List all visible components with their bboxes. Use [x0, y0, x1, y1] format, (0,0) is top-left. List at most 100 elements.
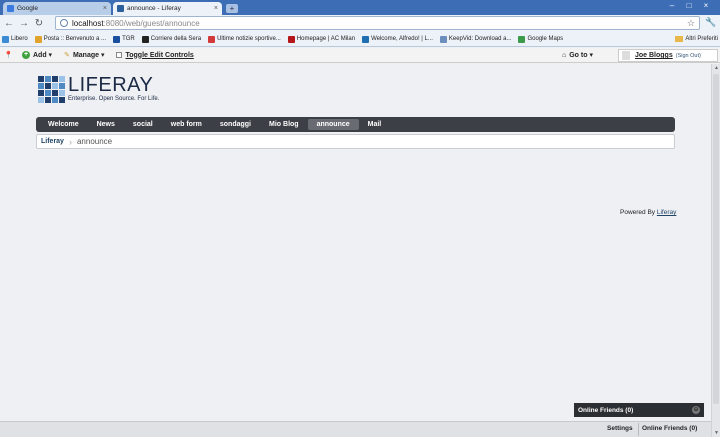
- logo-square: [59, 97, 65, 103]
- powered-by: Powered By Liferay: [620, 209, 676, 216]
- logo-square: [59, 76, 65, 82]
- bookmark-item[interactable]: Posta :: Benvenuto a ...: [34, 35, 107, 43]
- vertical-scrollbar[interactable]: ▲ ▼: [711, 64, 720, 437]
- online-friends-button[interactable]: Online Friends (0): [642, 425, 697, 432]
- bookmark-item[interactable]: Homepage | AC Milan: [287, 35, 356, 43]
- breadcrumb-root[interactable]: Liferay: [41, 138, 64, 145]
- menu-item-announce[interactable]: announce: [307, 119, 359, 130]
- breadcrumb-separator-icon: ›: [68, 136, 72, 147]
- bookmark-star-icon[interactable]: ☆: [687, 18, 695, 29]
- manage-label: Manage: [72, 51, 100, 59]
- logo-wordmark: LIFERAY Enterprise. Open Source. For Lif…: [68, 75, 159, 103]
- other-bookmarks[interactable]: Altri Preferiti: [675, 36, 718, 42]
- bookmark-favicon-icon: [34, 35, 42, 43]
- bookmark-item[interactable]: KeepVid: Download a...: [439, 35, 512, 43]
- tab-google[interactable]: Google ×: [3, 2, 111, 15]
- forward-arrow-icon[interactable]: →: [18, 18, 30, 29]
- scroll-down-icon[interactable]: ▼: [713, 430, 720, 436]
- logo-square: [38, 97, 44, 103]
- bookmark-favicon-icon: [287, 35, 295, 43]
- tab-announce[interactable]: announce - Liferay ×: [113, 2, 222, 15]
- user-menu[interactable]: Joe Bloggs (Sign Out): [618, 49, 718, 62]
- goto-menu[interactable]: ⌂ Go to ▾: [562, 51, 593, 60]
- menu-item-mio-blog[interactable]: Mio Blog: [260, 119, 308, 130]
- logo-square: [45, 76, 51, 82]
- divider: [638, 423, 639, 436]
- back-arrow-icon[interactable]: ←: [3, 18, 15, 29]
- bookmark-favicon-icon: [362, 35, 370, 43]
- bookmark-favicon-icon: [439, 35, 447, 43]
- add-menu[interactable]: + Add ▾: [22, 51, 52, 59]
- bookmark-label: Posta :: Benvenuto a ...: [43, 36, 107, 42]
- pin-icon[interactable]: 📍: [4, 51, 13, 59]
- plus-icon: +: [22, 51, 30, 59]
- close-panel-icon[interactable]: ⊖: [692, 406, 700, 414]
- settings-button[interactable]: Settings: [607, 425, 633, 432]
- checkbox-icon: [116, 52, 123, 58]
- logo-square: [59, 83, 65, 89]
- logo-square: [38, 76, 44, 82]
- toggle-label: Toggle Edit Controls: [125, 51, 194, 59]
- bookmarks-bar: Libero Posta :: Benvenuto a ... TGR Corrier…: [0, 32, 720, 47]
- sign-out-link[interactable]: (Sign Out): [676, 53, 701, 59]
- tab-title: announce - Liferay: [127, 5, 181, 12]
- user-name[interactable]: Joe Bloggs: [635, 52, 673, 59]
- bookmark-label: Ultime notizie sportive...: [217, 36, 281, 42]
- browser-navbar: ← → ↻ localhost:8080/web/guest/announce …: [0, 15, 720, 32]
- online-friends-panel[interactable]: Online Friends (0) ⊖: [574, 403, 704, 417]
- logo-square: [45, 83, 51, 89]
- bookmark-label: Welcome, Alfredo! | L...: [371, 36, 433, 42]
- menu-item-social[interactable]: social: [124, 119, 162, 130]
- liferay-logo[interactable]: LIFERAY Enterprise. Open Source. For Lif…: [38, 75, 159, 103]
- new-tab-button[interactable]: +: [226, 4, 238, 13]
- bookmark-label: KeepVid: Download a...: [448, 36, 512, 42]
- bookmark-item[interactable]: Google Maps: [518, 35, 564, 43]
- bookmark-item[interactable]: Corriere della Sera: [141, 35, 202, 43]
- bookmark-favicon-icon: [208, 35, 216, 43]
- logo-square: [52, 76, 58, 82]
- bookmark-item[interactable]: Welcome, Alfredo! | L...: [362, 35, 433, 43]
- reload-icon[interactable]: ↻: [33, 18, 45, 29]
- bookmark-favicon-icon: [141, 35, 149, 43]
- manage-menu[interactable]: ✎ Manage ▾: [64, 51, 104, 60]
- chat-status-bar: Settings Online Friends (0): [0, 421, 711, 437]
- menu-item-mail[interactable]: Mail: [359, 119, 391, 130]
- avatar: [622, 51, 630, 60]
- logo-square: [38, 83, 44, 89]
- breadcrumb-current: announce: [76, 137, 113, 146]
- tab-title: Google: [17, 5, 38, 12]
- menu-item-sondaggi[interactable]: sondaggi: [211, 119, 260, 130]
- close-tab-icon[interactable]: ×: [103, 5, 107, 12]
- menu-item-news[interactable]: News: [88, 119, 124, 130]
- logo-square: [59, 90, 65, 96]
- bookmark-label: Google Maps: [527, 36, 564, 42]
- toggle-edit-controls[interactable]: Toggle Edit Controls: [116, 51, 194, 59]
- scroll-up-icon[interactable]: ▲: [713, 65, 720, 71]
- bookmark-label: Libero: [11, 36, 28, 42]
- bookmark-label: TGR: [122, 36, 135, 42]
- scroll-thumb[interactable]: [713, 74, 719, 404]
- logo-tagline: Enterprise. Open Source. For Life.: [68, 96, 160, 102]
- close-window-icon[interactable]: ×: [698, 0, 714, 11]
- wrench-icon[interactable]: 🔧: [705, 17, 716, 28]
- bookmark-favicon-icon: [113, 35, 121, 43]
- bookmark-item[interactable]: TGR: [113, 35, 135, 43]
- logo-square: [52, 90, 58, 96]
- maximize-icon[interactable]: □: [681, 0, 697, 11]
- bookmark-label: Homepage | AC Milan: [296, 36, 356, 42]
- close-tab-icon[interactable]: ×: [214, 5, 218, 12]
- menu-item-web-form[interactable]: web form: [162, 119, 211, 130]
- logo-square: [38, 90, 44, 96]
- bookmark-item[interactable]: Libero: [2, 35, 28, 43]
- minimize-icon[interactable]: –: [664, 0, 680, 11]
- liferay-link[interactable]: Liferay: [657, 209, 677, 216]
- bookmark-favicon-icon: [2, 35, 9, 43]
- pencil-icon: ✎: [64, 52, 70, 59]
- bookmark-label: Corriere della Sera: [150, 36, 202, 42]
- bookmark-item[interactable]: Ultime notizie sportive...: [208, 35, 281, 43]
- address-bar[interactable]: localhost:8080/web/guest/announce ☆: [55, 16, 700, 30]
- liferay-favicon-icon: [117, 5, 124, 12]
- url-path: :8080/web/guest/announce: [103, 18, 200, 28]
- folder-icon: [675, 36, 684, 42]
- menu-item-welcome[interactable]: Welcome: [39, 119, 88, 130]
